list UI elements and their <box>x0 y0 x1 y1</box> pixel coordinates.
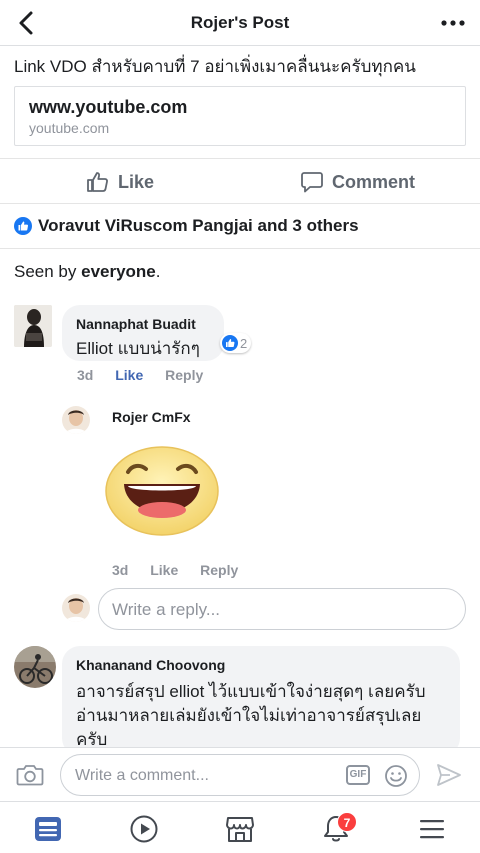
send-icon[interactable] <box>436 762 462 788</box>
top-nav-bar: Rojer's Post <box>0 0 480 46</box>
gif-button[interactable]: GIF <box>346 765 370 785</box>
comment-like-count[interactable]: 2 <box>220 333 252 353</box>
like-button[interactable]: Like <box>86 169 154 195</box>
avatar-photo <box>62 406 90 434</box>
avatar-photo <box>62 594 90 622</box>
notifications-badge: 7 <box>337 812 357 832</box>
comment-reply-button[interactable]: Reply <box>165 367 203 383</box>
like-reaction-icon <box>14 217 32 235</box>
link-preview-card[interactable]: www.youtube.com youtube.com <box>14 86 466 146</box>
comment-bubble: Khananand Choovong อาจารย์สรุป elliot ไว… <box>62 646 460 756</box>
comment-meta: 3d Like Reply <box>77 367 221 383</box>
comment-bubble: Nannaphat Buadit Elliot แบบน่ารักๆ <box>62 305 224 361</box>
bottom-tab-bar <box>0 801 480 853</box>
comment-text-line: อาจารย์สรุป elliot ไว้แบบเข้าใจง่ายสุดๆ … <box>76 682 426 701</box>
like-label: Like <box>118 171 155 192</box>
link-domain: youtube.com <box>29 120 110 136</box>
seen-prefix: Seen by <box>14 262 82 281</box>
comment-input[interactable]: Write a comment... GIF <box>60 754 420 796</box>
news-feed-icon[interactable] <box>33 814 63 844</box>
laughing-sticker <box>105 446 219 536</box>
post-text: Link VDO สำหรับคาบที่ 7 อย่าเพิ่งเมาคลื่… <box>14 57 416 76</box>
reply-input[interactable]: Write a reply... <box>98 588 466 630</box>
seen-suffix: . <box>155 262 161 281</box>
comment-text-line: อ่านมาหลายเล่มยังเข้าใจไม่เท่าอาจารย์สรุ… <box>76 706 422 725</box>
current-user-avatar <box>62 594 90 622</box>
divider <box>0 248 480 249</box>
avatar-photo <box>14 646 56 688</box>
comment-text: Elliot แบบน่ารักๆ <box>76 339 200 358</box>
camera-icon[interactable] <box>16 763 44 787</box>
reply-author[interactable]: Rojer CmFx <box>112 409 191 425</box>
comment-author[interactable]: Nannaphat Buadit <box>76 316 196 332</box>
seen-who: everyone <box>81 262 156 281</box>
thumbs-up-icon <box>87 172 108 192</box>
reply-time: 3d <box>112 562 129 578</box>
avatar[interactable] <box>14 305 52 347</box>
comment-like-button[interactable]: Like <box>115 367 143 383</box>
post-action-bar: Like Comment <box>0 158 480 204</box>
comment-button[interactable]: Comment <box>300 169 415 195</box>
more-options-button[interactable] <box>440 14 466 32</box>
reply-meta: 3d Like Reply <box>112 562 256 578</box>
reply-reply-button[interactable]: Reply <box>200 562 238 578</box>
reply-like-button[interactable]: Like <box>150 562 178 578</box>
comment-placeholder: Write a comment... <box>75 767 209 784</box>
page-title: Rojer's Post <box>190 13 290 32</box>
avatar-photo <box>14 305 52 347</box>
menu-icon[interactable] <box>417 814 447 844</box>
comment-label: Comment <box>332 171 416 192</box>
like-count-number: 2 <box>240 335 248 351</box>
emoji-icon[interactable] <box>384 764 408 788</box>
reactions-summary[interactable]: Voravut ViRuscom Pangjai and 3 others <box>14 216 359 236</box>
comment-author[interactable]: Khananand Choovong <box>76 657 225 673</box>
link-title: www.youtube.com <box>29 97 188 117</box>
comment-composer: Write a comment... GIF <box>0 747 480 801</box>
avatar[interactable] <box>62 406 90 434</box>
marketplace-icon[interactable] <box>225 814 255 844</box>
avatar[interactable] <box>14 646 56 688</box>
reply-placeholder: Write a reply... <box>112 600 221 619</box>
comment-time: 3d <box>77 367 94 383</box>
watch-video-icon[interactable] <box>129 814 159 844</box>
like-reaction-icon <box>222 335 238 351</box>
reactions-text: Voravut ViRuscom Pangjai and 3 others <box>38 216 359 235</box>
comment-bubble-icon <box>301 172 323 193</box>
seen-by-text: Seen by everyone. <box>14 262 161 282</box>
